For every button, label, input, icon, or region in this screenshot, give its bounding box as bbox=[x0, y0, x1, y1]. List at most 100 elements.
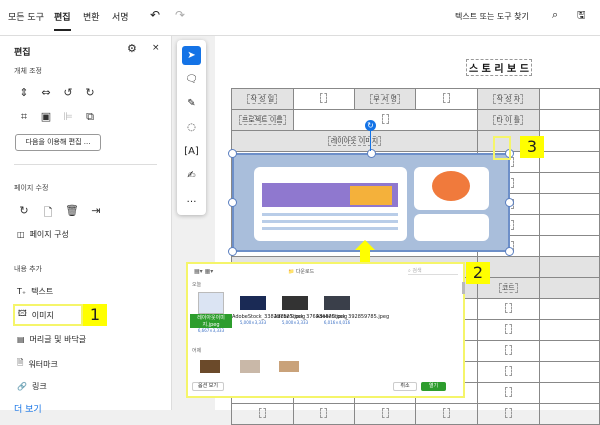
scrollbar[interactable] bbox=[462, 282, 465, 294]
rotate-page-icon[interactable]: ↻ bbox=[15, 204, 33, 223]
badge-2: 2 bbox=[466, 262, 490, 284]
more-link[interactable]: 더 보기 bbox=[14, 402, 42, 415]
redo-icon[interactable]: ↷ bbox=[175, 8, 185, 22]
rotate-right-icon[interactable]: ↻ bbox=[81, 86, 99, 99]
flip-horizontal-icon[interactable]: ⇔ bbox=[37, 86, 55, 99]
arrange-icon[interactable]: ⧉ bbox=[81, 110, 99, 124]
close-icon[interactable]: × bbox=[152, 43, 160, 53]
folder-select[interactable]: 📁 다운로드 bbox=[288, 268, 314, 275]
link[interactable]: 🔗 링크 bbox=[17, 381, 47, 392]
badge-1: 1 bbox=[83, 304, 107, 326]
add-image-label: 이미지 bbox=[31, 310, 54, 320]
header-footer[interactable]: ▤ 머리글 및 바닥글 bbox=[17, 334, 86, 345]
add-text[interactable]: T₊ 텍스트 bbox=[17, 286, 53, 297]
vertical-toolbar: ➤ 🗨 ✎ ◌ [A] ✍ … bbox=[177, 40, 206, 215]
tab-edit[interactable]: 편집 bbox=[54, 10, 71, 31]
label-dept: 부 서 명 bbox=[370, 94, 400, 104]
group-today: 오늘 bbox=[192, 282, 202, 288]
rotate-handle-icon[interactable]: ↻ bbox=[365, 120, 376, 131]
search-icon[interactable]: ⌕ bbox=[552, 8, 558, 22]
resize-handle[interactable] bbox=[505, 198, 514, 207]
file-size: 5,000×3,333 bbox=[239, 320, 267, 325]
align-icon[interactable]: ⊫ bbox=[59, 110, 77, 124]
more-icon[interactable]: … bbox=[182, 190, 201, 209]
undo-icon[interactable]: ↶ bbox=[150, 8, 160, 22]
view-icon[interactable]: ▦▾ ▦▾ bbox=[194, 268, 213, 275]
image-card-main bbox=[254, 167, 407, 241]
label-code: 코드 bbox=[498, 283, 518, 293]
organize-icon: ◫ bbox=[17, 230, 25, 239]
cancel-button[interactable]: 취소 bbox=[393, 382, 417, 391]
tab-all-tools[interactable]: 모든 도구 bbox=[8, 10, 44, 23]
arrow-up-icon bbox=[355, 240, 375, 250]
header-footer-label: 머리글 및 바닥글 bbox=[29, 335, 87, 344]
label-title: 타 이 틀 bbox=[493, 115, 524, 125]
replace-image-icon[interactable]: ▣ bbox=[37, 110, 55, 124]
file-name: 레이아웃이미지.jpeg bbox=[190, 314, 232, 328]
gear-icon[interactable]: ⚙ bbox=[127, 42, 137, 55]
label-project: 프로젝트 이름 bbox=[238, 115, 286, 125]
resize-handle[interactable] bbox=[367, 149, 376, 158]
resize-handle[interactable] bbox=[505, 247, 514, 256]
lasso-icon[interactable]: ◌ bbox=[182, 118, 201, 137]
file-size: 6,016×4,016 bbox=[323, 320, 351, 325]
selected-layout-image[interactable] bbox=[232, 153, 510, 252]
file-thumb[interactable] bbox=[240, 360, 260, 373]
panel-title: 편집 bbox=[14, 48, 31, 58]
watermark[interactable]: 🗎 워터마크 bbox=[17, 357, 58, 371]
pen-icon[interactable]: ✎ bbox=[182, 94, 201, 113]
flip-vertical-icon[interactable]: ⇕ bbox=[15, 86, 33, 99]
edit-with-button[interactable]: 다음을 이용해 편집 ... bbox=[15, 134, 101, 151]
select-tool-icon[interactable]: ➤ bbox=[182, 46, 201, 65]
insert-page-icon[interactable]: 🗋 bbox=[39, 204, 57, 223]
watermark-label: 워터마크 bbox=[28, 359, 58, 369]
add-text-label: 텍스트 bbox=[31, 287, 54, 296]
comment-icon[interactable]: 🗨 bbox=[182, 70, 201, 89]
text-box-icon[interactable]: [A] bbox=[182, 142, 201, 161]
search-tools[interactable]: 텍스트 또는 도구 찾기 bbox=[455, 11, 529, 22]
file-item[interactable]: 레이아웃이미지.jpeg 6,667×3,333 bbox=[190, 292, 232, 333]
resize-handle[interactable] bbox=[228, 247, 237, 256]
file-item[interactable]: AdobeStock_376934470.jpeg 5,000×3,333 bbox=[274, 292, 347, 333]
page-organize[interactable]: ◫ 페이지 구성 bbox=[17, 229, 69, 240]
resize-handle[interactable] bbox=[228, 149, 237, 158]
badge-3: 3 bbox=[520, 136, 544, 158]
edit-panel: 편집 ⚙ × 개체 조정 ⇕ ⇔ ↺ ↻ ⌗ ▣ ⊫ ⧉ 다음을 이용해 편집 ... 페이… bbox=[0, 36, 172, 415]
tab-convert[interactable]: 변환 bbox=[83, 10, 100, 23]
delete-icon[interactable]: 🗑 bbox=[63, 204, 81, 223]
file-item[interactable]: AdobeStock_338197527.jpeg 5,000×3,333 bbox=[232, 292, 305, 333]
image-card-team bbox=[414, 214, 489, 241]
text-icon: T₊ bbox=[17, 287, 27, 296]
label-layout: 레이아웃 이미지 bbox=[327, 136, 382, 146]
save-icon[interactable]: 🖫 bbox=[577, 8, 586, 25]
link-label: 링크 bbox=[31, 382, 47, 391]
resize-handle[interactable] bbox=[228, 198, 237, 207]
top-bar: 모든 도구 편집 변환 서명 ↶ ↷ 텍스트 또는 도구 찾기 ⌕ 🖫 bbox=[0, 0, 600, 36]
options-button[interactable]: 옵션 보기 bbox=[192, 382, 224, 391]
rotate-handle-line bbox=[370, 131, 371, 151]
file-thumb[interactable] bbox=[279, 361, 299, 372]
doc-title: 스 토 리 보 드 bbox=[466, 59, 532, 76]
file-size: 5,000×3,333 bbox=[281, 320, 309, 325]
sign-icon[interactable]: ✍ bbox=[182, 166, 201, 185]
label-author: 작 성 자 bbox=[493, 94, 524, 104]
extract-page-icon[interactable]: ⇥ bbox=[87, 204, 105, 223]
tab-sign[interactable]: 서명 bbox=[112, 10, 129, 23]
add-image[interactable]: 🖾 이미지 bbox=[13, 304, 83, 326]
file-thumb[interactable] bbox=[200, 360, 220, 373]
open-button[interactable]: 열기 bbox=[421, 382, 446, 391]
section-add-content: 내용 추가 bbox=[14, 265, 42, 273]
image-card-avatar bbox=[414, 167, 489, 210]
crop-icon[interactable]: ⌗ bbox=[15, 110, 33, 124]
rotate-left-icon[interactable]: ↺ bbox=[59, 86, 77, 99]
section-page-edit: 페이지 수정 bbox=[14, 184, 49, 192]
watermark-icon: 🗎 bbox=[17, 358, 24, 367]
link-icon: 🔗 bbox=[17, 382, 27, 391]
label-date: 작 성 일 bbox=[247, 94, 278, 104]
search-input[interactable]: ⌕ 검색 bbox=[408, 267, 458, 275]
folder-name: 다운로드 bbox=[295, 269, 315, 275]
file-item[interactable]: AdobeStock_392859785.jpeg 6,016×4,016 bbox=[316, 292, 389, 333]
file-size: 6,667×3,333 bbox=[197, 328, 225, 333]
search-placeholder: 검색 bbox=[412, 268, 422, 274]
divider bbox=[14, 164, 157, 165]
